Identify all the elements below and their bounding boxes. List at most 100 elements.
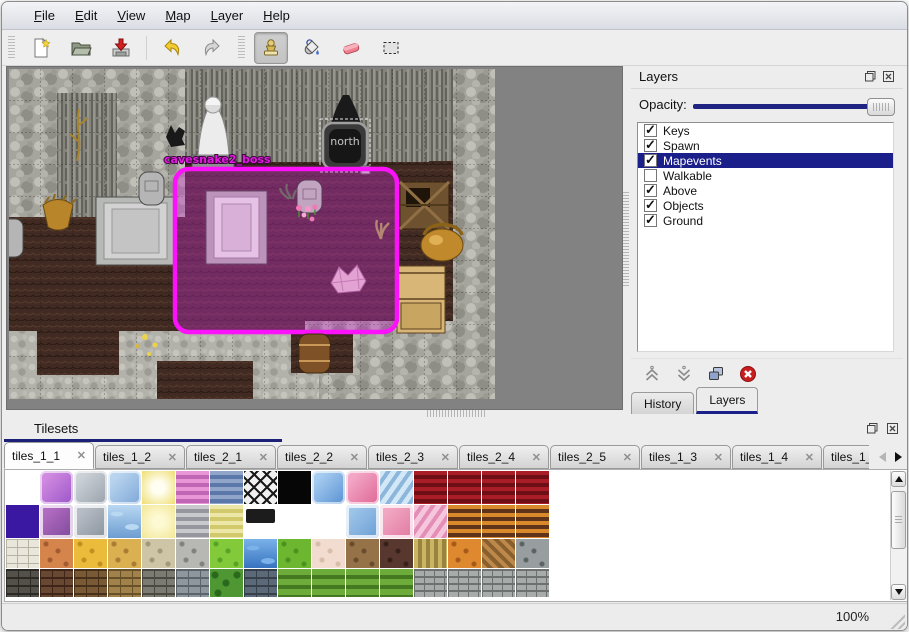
palette-tile[interactable]: [6, 539, 39, 568]
move-layer-down-button[interactable]: [673, 363, 695, 385]
tab-close-icon[interactable]: [350, 451, 359, 464]
scrollbar-thumb[interactable]: [891, 491, 906, 549]
palette-tile[interactable]: [278, 471, 311, 504]
tileset-tab[interactable]: tiles_2_1: [186, 445, 276, 469]
palette-tile[interactable]: [448, 569, 481, 597]
palette-tile[interactable]: [448, 471, 481, 504]
palette-tile[interactable]: [380, 505, 413, 538]
palette-tile[interactable]: [346, 539, 379, 568]
palette-tile[interactable]: [74, 505, 107, 538]
layer-row[interactable]: Walkable: [638, 168, 893, 183]
tab-close-icon[interactable]: [623, 451, 632, 464]
horizontal-splitter[interactable]: [427, 410, 487, 417]
tab-close-icon[interactable]: [532, 451, 541, 464]
palette-tile[interactable]: [244, 471, 277, 504]
palette-tile[interactable]: [380, 539, 413, 568]
tab-close-icon[interactable]: [168, 451, 177, 464]
menu-item[interactable]: View: [107, 4, 155, 27]
palette-tile[interactable]: [516, 539, 549, 568]
menu-item[interactable]: Edit: [65, 4, 107, 27]
tileset-tab[interactable]: tiles_2_2: [277, 445, 367, 469]
palette-tile[interactable]: [516, 569, 549, 597]
tileset-tab[interactable]: tiles_1_: [823, 445, 869, 469]
map-view-panel[interactable]: north: [6, 66, 623, 410]
palette-scrollbar[interactable]: [890, 471, 907, 600]
vertical-splitter[interactable]: [623, 192, 629, 287]
layer-visibility-checkbox[interactable]: [644, 184, 657, 197]
palette-tile[interactable]: [74, 539, 107, 568]
tab-close-icon[interactable]: [805, 451, 814, 464]
tileset-tab[interactable]: tiles_1_2: [95, 445, 185, 469]
palette-tile[interactable]: [108, 539, 141, 568]
palette-tile[interactable]: [244, 505, 277, 538]
menu-item[interactable]: Help: [253, 4, 300, 27]
toolbar-handle[interactable]: [238, 36, 245, 60]
palette-tile[interactable]: [312, 505, 345, 538]
palette-tile[interactable]: [176, 569, 209, 597]
layer-row[interactable]: Objects: [638, 198, 893, 213]
redo-button[interactable]: [195, 32, 229, 64]
palette-tile[interactable]: [312, 539, 345, 568]
layer-visibility-checkbox[interactable]: [644, 214, 657, 227]
menu-item[interactable]: File: [24, 4, 65, 27]
float-panel-icon[interactable]: [864, 70, 877, 83]
palette-tile[interactable]: [210, 505, 243, 538]
palette-tile[interactable]: [312, 471, 345, 504]
close-panel-icon[interactable]: [882, 70, 895, 83]
palette-tile[interactable]: [40, 471, 73, 504]
save-file-button[interactable]: [104, 32, 138, 64]
float-panel-icon[interactable]: [866, 422, 879, 435]
tab-close-icon[interactable]: [441, 451, 450, 464]
layer-row[interactable]: Keys: [638, 123, 893, 138]
undo-button[interactable]: [155, 32, 189, 64]
palette-tile[interactable]: [244, 539, 277, 568]
palette-tile[interactable]: [6, 569, 39, 597]
palette-tile[interactable]: [482, 471, 515, 504]
stamp-tool-button[interactable]: [254, 32, 288, 64]
dock-tab[interactable]: History: [631, 392, 694, 414]
delete-layer-button[interactable]: [737, 363, 759, 385]
palette-tile[interactable]: [414, 569, 447, 597]
palette-tile[interactable]: [108, 505, 141, 538]
palette-tile[interactable]: [346, 569, 379, 597]
map-canvas[interactable]: north: [9, 69, 495, 399]
tileset-tab[interactable]: tiles_1_4: [732, 445, 822, 469]
menu-item[interactable]: Map: [155, 4, 200, 27]
dock-tab[interactable]: Layers: [696, 387, 758, 414]
palette-tile[interactable]: [74, 569, 107, 597]
palette-tile[interactable]: [482, 539, 515, 568]
tileset-tab[interactable]: tiles_2_4: [459, 445, 549, 469]
open-file-button[interactable]: [64, 32, 98, 64]
palette-tile[interactable]: [210, 539, 243, 568]
palette-tile[interactable]: [278, 539, 311, 568]
scroll-tabs-left-button[interactable]: [874, 446, 890, 468]
tab-close-icon[interactable]: [77, 449, 86, 462]
palette-tile[interactable]: [142, 569, 175, 597]
layer-visibility-checkbox[interactable]: [644, 199, 657, 212]
layer-visibility-checkbox[interactable]: [644, 154, 657, 167]
palette-tile[interactable]: [448, 539, 481, 568]
palette-tile[interactable]: [380, 569, 413, 597]
layer-visibility-checkbox[interactable]: [644, 169, 657, 182]
palette-tile[interactable]: [40, 569, 73, 597]
palette-tile[interactable]: [414, 539, 447, 568]
menu-item[interactable]: Layer: [201, 4, 254, 27]
layer-row[interactable]: Above: [638, 183, 893, 198]
palette-tile[interactable]: [244, 569, 277, 597]
palette-tile[interactable]: [414, 471, 447, 504]
palette-tile[interactable]: [346, 471, 379, 504]
palette-tile[interactable]: [346, 505, 379, 538]
layer-visibility-checkbox[interactable]: [644, 124, 657, 137]
scroll-tabs-right-button[interactable]: [890, 446, 906, 468]
palette-tile[interactable]: [516, 471, 549, 504]
palette-tile[interactable]: [482, 505, 515, 538]
palette-tile[interactable]: [6, 471, 39, 504]
palette-tile[interactable]: [176, 471, 209, 504]
tileset-tab[interactable]: tiles_2_5: [550, 445, 640, 469]
palette-tile[interactable]: [142, 539, 175, 568]
tileset-tab[interactable]: tiles_1_3: [641, 445, 731, 469]
palette-tile[interactable]: [210, 471, 243, 504]
palette-tile[interactable]: [142, 471, 175, 504]
palette-tile[interactable]: [278, 569, 311, 597]
close-panel-icon[interactable]: [886, 422, 899, 435]
